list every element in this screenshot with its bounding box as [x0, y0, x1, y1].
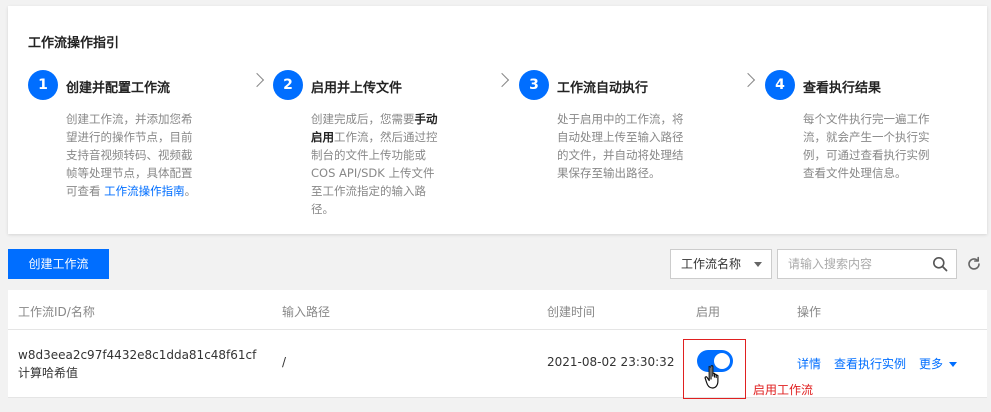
- table-header: 工作流ID/名称 输入路径 创建时间 启用 操作: [8, 290, 987, 330]
- column-header-created-time: 创建时间: [547, 305, 596, 319]
- column-header-input-path: 输入路径: [282, 305, 331, 319]
- workflow-table: 工作流ID/名称 输入路径 创建时间 启用 操作 w8d3eea2c97f443…: [8, 290, 987, 398]
- step-number-badge: 3: [519, 70, 549, 100]
- filter-field-select[interactable]: 工作流名称: [670, 249, 772, 279]
- refresh-icon[interactable]: [965, 255, 983, 273]
- step-title: 查看执行结果: [803, 81, 882, 96]
- workflow-guide-card: 工作流操作指引 1 创建并配置工作流 创建工作流，并添加您希望进行的操作节点，目…: [8, 6, 987, 234]
- column-header-id-name: 工作流ID/名称: [18, 305, 95, 319]
- chevron-right-icon: [740, 72, 756, 88]
- table-row: w8d3eea2c97f4432e8c1dda81c48f61cf 计算哈希值 …: [8, 330, 987, 398]
- caret-down-icon: [754, 262, 762, 267]
- workflow-id: w8d3eea2c97f4432e8c1dda81c48f61cf: [18, 348, 257, 362]
- input-path-cell: /: [282, 355, 287, 369]
- step-title: 工作流自动执行: [557, 81, 649, 96]
- step-description-text: 创建完成后，您需要: [311, 112, 415, 126]
- step-description: 创建完成后，您需要手动启用工作流，然后通过控制台的文件上传功能或 COS API…: [311, 110, 443, 218]
- view-instances-link[interactable]: 查看执行实例: [834, 355, 906, 372]
- column-header-enabled: 启用: [696, 305, 721, 319]
- step-description: 每个文件执行完一遍工作流，就会产生一个执行实例，可通过查看执行实例查看文件处理信…: [803, 112, 930, 180]
- step-description: 处于启用中的工作流，将自动处理上传至输入路径的文件，并自动将处理结果保存至输出路…: [557, 112, 684, 180]
- step-number-badge: 1: [28, 70, 58, 100]
- search-box: [777, 249, 957, 279]
- workflow-id-name-cell: w8d3eea2c97f4432e8c1dda81c48f61cf 计算哈希值: [18, 346, 256, 382]
- search-icon[interactable]: [932, 256, 948, 272]
- workflow-guide-link[interactable]: 工作流操作指南: [104, 184, 185, 198]
- step-description: 创建工作流，并添加您希望进行的操作节点，目前支持音视频转码、视频截帧等处理节点，…: [66, 110, 198, 200]
- step-title: 启用并上传文件: [311, 81, 403, 96]
- caret-down-icon: [949, 362, 958, 367]
- step-title: 创建并配置工作流: [66, 81, 171, 96]
- more-label: 更多: [919, 357, 944, 371]
- annotation-label: 启用工作流: [753, 383, 814, 397]
- chevron-right-icon: [494, 72, 510, 88]
- step-description-text: 。: [184, 184, 197, 198]
- step-number-badge: 2: [273, 70, 303, 100]
- search-input[interactable]: [778, 250, 928, 278]
- more-dropdown[interactable]: 更多: [919, 355, 958, 372]
- hand-cursor-icon: [704, 365, 719, 389]
- column-header-actions: 操作: [797, 305, 822, 319]
- workflow-name: 计算哈希值: [18, 366, 79, 380]
- create-workflow-button[interactable]: 创建工作流: [8, 249, 109, 279]
- guide-title: 工作流操作指引: [28, 36, 120, 51]
- filter-field-selected: 工作流名称: [681, 257, 742, 271]
- chevron-right-icon: [249, 72, 265, 88]
- created-time-cell: 2021-08-02 23:30:32: [547, 355, 675, 369]
- detail-link[interactable]: 详情: [797, 355, 821, 372]
- step-number-badge: 4: [765, 70, 795, 100]
